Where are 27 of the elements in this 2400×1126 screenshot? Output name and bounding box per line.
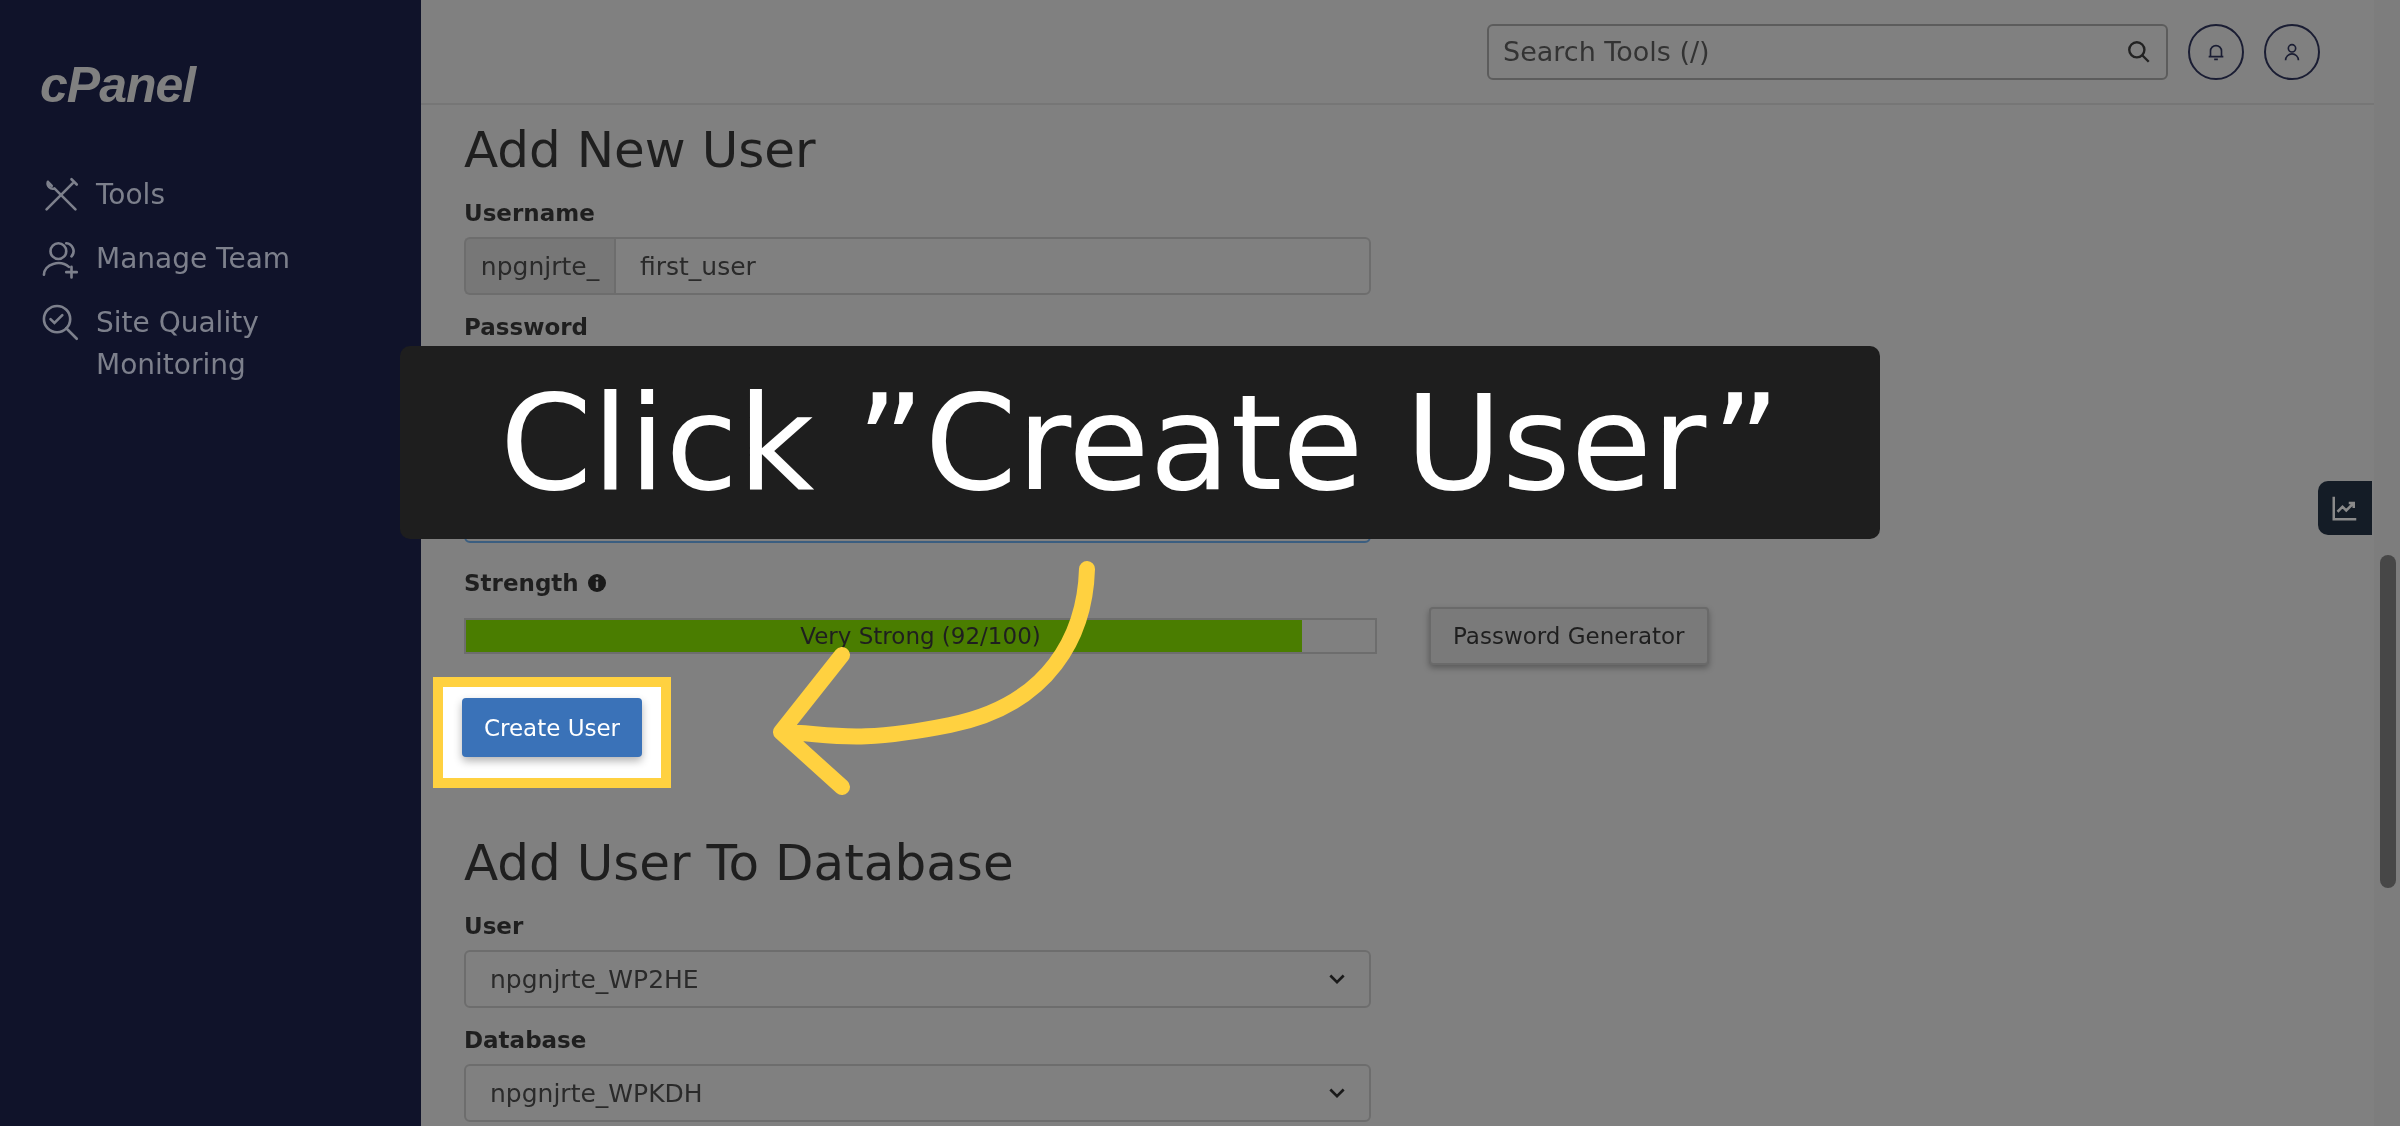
chevron-down-icon <box>1329 973 1345 985</box>
account-button[interactable] <box>2264 23 2320 80</box>
chart-widget-button[interactable] <box>2318 481 2372 535</box>
sidebar-item[interactable]: Tools <box>40 174 340 216</box>
info-icon <box>586 573 607 593</box>
create-user-button[interactable]: Create User <box>462 698 642 757</box>
section-title: Add New User <box>464 120 817 181</box>
chevron-down-icon <box>1329 1087 1345 1099</box>
username-field[interactable]: first_user <box>614 237 1371 295</box>
user-select[interactable]: npgnjrte_WP2HE <box>464 950 1371 1008</box>
strength-reading: Very Strong (92/100) <box>799 622 1042 651</box>
search-field[interactable]: Search Tools (/) <box>1487 23 2168 80</box>
search-icon <box>2126 38 2152 65</box>
field-label: Database <box>464 1026 588 1054</box>
field-label: Strength <box>464 569 579 597</box>
database-select[interactable]: npgnjrte_WPKDH <box>464 1064 1371 1122</box>
notifications-button[interactable] <box>2188 23 2244 80</box>
sidebar-item[interactable]: Site Quality Monitoring <box>40 302 340 386</box>
section-title: Add User To Database <box>464 833 1015 894</box>
password-generator-button[interactable]: Password Generator <box>1429 607 1709 665</box>
field-label: Password <box>464 313 589 341</box>
username-prefix: npgnjrte_ <box>464 237 614 295</box>
instruction-tooltip: Click ”Create User” <box>400 346 1880 539</box>
sidebar-item[interactable]: Manage Team <box>40 238 340 280</box>
field-label: Username <box>464 199 596 227</box>
logo: cPanel <box>40 56 198 114</box>
field-label: User <box>464 912 525 940</box>
